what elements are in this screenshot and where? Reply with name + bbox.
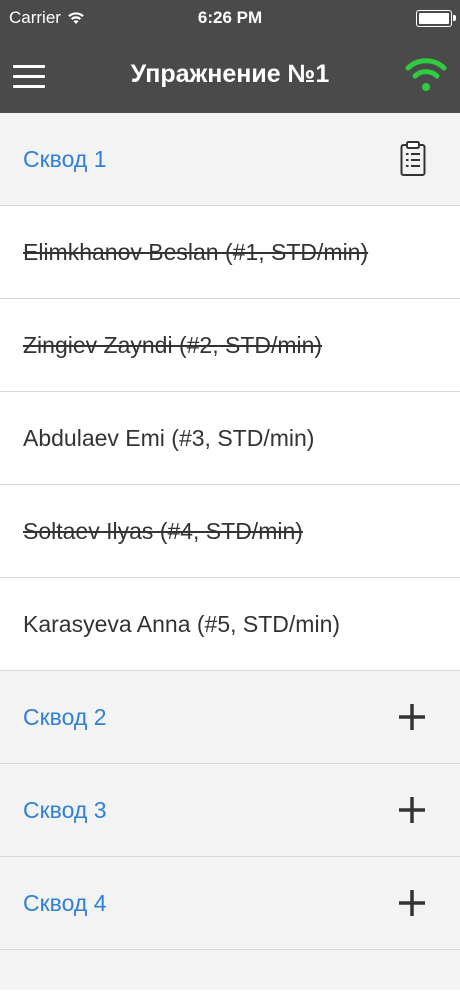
section-label: Сквод 1	[23, 145, 107, 172]
page-title: Упражнение №1	[130, 60, 330, 88]
list-item[interactable]: Karasyeva Anna (#5, STD/min)	[0, 578, 460, 671]
clipboard-icon[interactable]	[400, 141, 426, 177]
squad-list: Сквод 1 Elimkhanov Beslan (#1, STD/min) …	[0, 113, 460, 990]
member-name: Elimkhanov Beslan (#1, STD/min)	[23, 238, 369, 265]
list-item[interactable]: Soltaev Ilyas (#4, STD/min)	[0, 485, 460, 578]
section-label: Сквод 4	[23, 889, 107, 916]
section-label: Сквод 2	[23, 703, 107, 730]
section-label: Сквод 3	[23, 796, 107, 823]
member-name: Abdulaev Emi (#3, STD/min)	[23, 424, 315, 451]
plus-icon[interactable]	[398, 703, 426, 731]
section-header-squad-1[interactable]: Сквод 1	[0, 113, 460, 206]
member-name: Zingiev Zayndi (#2, STD/min)	[23, 331, 323, 358]
plus-icon[interactable]	[398, 796, 426, 824]
section-header-squad-3[interactable]: Сквод 3	[0, 764, 460, 857]
section-header-squad-4[interactable]: Сквод 4	[0, 857, 460, 950]
section-header-squad-2[interactable]: Сквод 2	[0, 671, 460, 764]
clock: 6:26 PM	[197, 8, 263, 27]
member-name: Karasyeva Anna (#5, STD/min)	[23, 610, 341, 637]
nav-bar: Упражнение №1	[0, 38, 460, 113]
member-name: Soltaev Ilyas (#4, STD/min)	[23, 517, 303, 544]
wifi-icon	[405, 58, 447, 91]
list-item[interactable]: Elimkhanov Beslan (#1, STD/min)	[0, 206, 460, 299]
list-item[interactable]: Zingiev Zayndi (#2, STD/min)	[0, 299, 460, 392]
plus-icon[interactable]	[398, 889, 426, 917]
battery-icon	[416, 10, 456, 27]
status-bar: Carrier 6:26 PM	[0, 0, 460, 38]
list-footer	[0, 950, 460, 990]
list-item[interactable]: Abdulaev Emi (#3, STD/min)	[0, 392, 460, 485]
wifi-status-button[interactable]	[404, 56, 448, 94]
